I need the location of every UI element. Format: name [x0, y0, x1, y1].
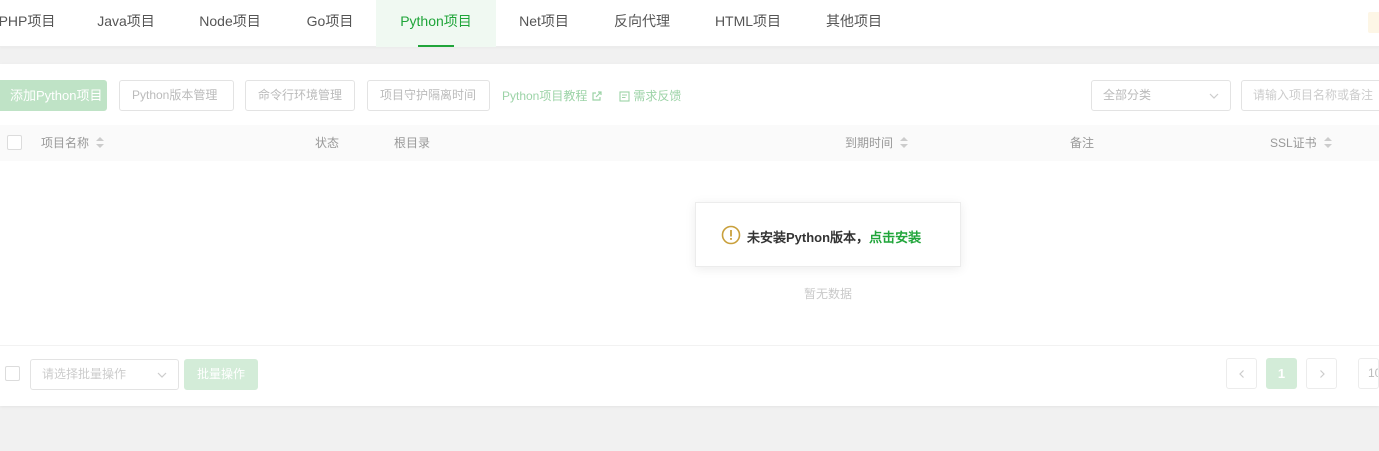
tab-python-label: Python项目: [400, 13, 472, 29]
column-name-label: 项目名称: [41, 136, 90, 150]
category-select-value: 全部分类: [1103, 88, 1152, 102]
notice-message: 未安装Python版本，点击安装: [747, 227, 921, 246]
batch-select-placeholder: 请选择批量操作: [42, 367, 127, 381]
warning-icon: [721, 225, 741, 245]
chevron-down-icon: [1209, 93, 1219, 99]
feedback-link[interactable]: 需求反馈: [619, 88, 681, 104]
page-size-select[interactable]: 10: [1358, 358, 1379, 389]
search-placeholder: 请输入项目名称或备注: [1253, 88, 1374, 102]
add-python-project-button[interactable]: 添加Python项目: [0, 80, 107, 111]
tab-java[interactable]: Java项目: [88, 0, 164, 47]
select-all-checkbox[interactable]: [7, 135, 22, 150]
column-status: 状态: [315, 136, 340, 150]
tab-python[interactable]: Python项目: [376, 0, 496, 47]
column-expire[interactable]: 到期时间: [845, 125, 909, 161]
empty-state-text: 暂无数据: [804, 287, 853, 301]
python-tutorial-label: Python项目教程: [502, 89, 588, 103]
chevron-left-icon: [1238, 370, 1244, 378]
project-panel: 添加Python项目 Python版本管理 命令行环境管理 项目守护隔离时间 P…: [0, 64, 1379, 406]
column-name[interactable]: 项目名称: [41, 125, 105, 161]
table-header: 项目名称 状态 根目录 到期时间 备注 SSL证书: [0, 125, 1379, 161]
column-remark: 备注: [1070, 136, 1095, 150]
active-tab-indicator: [418, 45, 454, 47]
sort-icon: [1324, 137, 1333, 148]
notice-text: 未安装Python版本，: [747, 230, 870, 245]
footer-select-all-checkbox[interactable]: [5, 366, 20, 381]
batch-operation-select[interactable]: 请选择批量操作: [30, 359, 179, 390]
top-right-badge[interactable]: [1368, 12, 1379, 33]
prev-page-button[interactable]: [1226, 358, 1257, 389]
tab-net[interactable]: Net项目: [508, 0, 580, 47]
footer-divider: [0, 345, 1379, 346]
column-ssl[interactable]: SSL证书: [1270, 125, 1333, 161]
tab-reverse-proxy[interactable]: 反向代理: [606, 0, 678, 47]
python-tutorial-link[interactable]: Python项目教程: [502, 88, 603, 104]
project-guard-interval-button[interactable]: 项目守护隔离时间: [367, 80, 490, 111]
page-number-button[interactable]: 1: [1266, 358, 1297, 389]
sort-icon: [900, 137, 909, 148]
tab-other[interactable]: 其他项目: [816, 0, 892, 47]
external-link-icon: [592, 91, 602, 101]
column-expire-label: 到期时间: [845, 136, 894, 150]
install-python-link[interactable]: 点击安装: [869, 230, 921, 245]
python-version-manage-button[interactable]: Python版本管理: [119, 80, 234, 111]
chevron-right-icon: [1319, 370, 1325, 378]
cli-env-manage-button[interactable]: 命令行环境管理: [245, 80, 355, 111]
tab-node[interactable]: Node项目: [189, 0, 271, 47]
search-input[interactable]: 请输入项目名称或备注: [1241, 80, 1379, 111]
feedback-icon: [619, 91, 630, 102]
python-not-installed-notice: 未安装Python版本，点击安装: [695, 202, 961, 267]
feedback-label: 需求反馈: [633, 89, 682, 103]
project-type-tabbar: PHP项目 Java项目 Node项目 Go项目 Python项目 Net项目 …: [0, 0, 1379, 47]
sort-icon: [96, 137, 105, 148]
column-ssl-label: SSL证书: [1270, 136, 1317, 150]
next-page-button[interactable]: [1306, 358, 1337, 389]
batch-operation-button[interactable]: 批量操作: [184, 359, 258, 390]
tab-html[interactable]: HTML项目: [705, 0, 791, 47]
column-root: 根目录: [394, 136, 431, 150]
category-select[interactable]: 全部分类: [1091, 80, 1231, 111]
tab-php[interactable]: PHP项目: [0, 0, 62, 47]
tab-go[interactable]: Go项目: [297, 0, 363, 47]
chevron-down-icon: [157, 372, 167, 378]
